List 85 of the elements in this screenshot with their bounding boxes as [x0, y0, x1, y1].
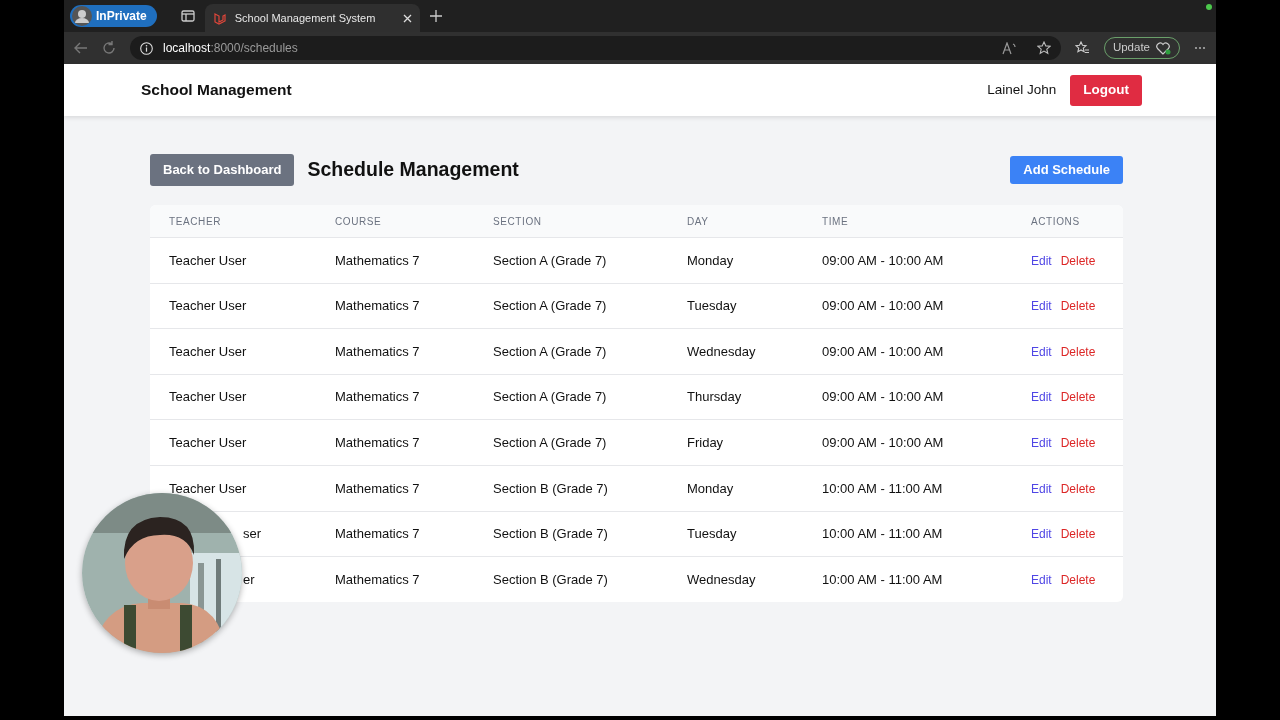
column-header: TIME — [822, 216, 849, 228]
table-cell: Monday — [687, 252, 734, 268]
add-schedule-button[interactable]: Add Schedule — [1010, 156, 1123, 184]
table-cell-text: ser — [243, 525, 262, 544]
table-cell: Teacher User — [169, 480, 247, 496]
read-aloud-icon[interactable] — [1001, 41, 1017, 55]
star-icon[interactable] — [1036, 41, 1051, 55]
table-cell: Mathematics 7 — [335, 526, 420, 542]
user-name: Lainel John — [987, 80, 1057, 99]
table-cell: Mathematics 7 — [335, 571, 420, 587]
table-cell: 10:00 AM - 11:00 AM — [822, 571, 943, 587]
table-cell: Section B (Grade 7) — [493, 526, 608, 542]
page-title: Schedule Management — [307, 158, 519, 182]
more-icon[interactable] — [1194, 46, 1206, 50]
tabs-icon[interactable] — [180, 9, 195, 23]
table-cell: Monday — [687, 480, 734, 496]
table-cell: 10:00 AM - 11:00 AM — [822, 480, 943, 496]
table-cell: Wednesday — [687, 343, 756, 359]
table-cell: Teacher User — [169, 434, 247, 450]
table-cell: 09:00 AM - 10:00 AM — [822, 389, 944, 405]
table-cell: 09:00 AM - 10:00 AM — [822, 343, 944, 359]
table-cell: 09:00 AM - 10:00 AM — [822, 298, 944, 314]
column-header: SECTION — [493, 216, 542, 228]
info-icon — [140, 41, 153, 55]
delete-link[interactable]: Delete — [1060, 435, 1096, 450]
column-header: TEACHER — [169, 216, 221, 228]
edit-link[interactable]: Edit — [1031, 481, 1052, 496]
delete-link[interactable]: Delete — [1060, 344, 1096, 359]
favicon-icon — [212, 11, 227, 25]
brand-title: School Management — [141, 80, 292, 101]
table-cell: Mathematics 7 — [335, 298, 420, 314]
browser-tab[interactable]: School Management System — [204, 4, 420, 32]
table-cell: Section A (Grade 7) — [493, 252, 607, 268]
edit-link[interactable]: Edit — [1031, 299, 1052, 314]
profile-button[interactable]: InPrivate — [70, 5, 157, 27]
table-cell: Mathematics 7 — [335, 480, 420, 496]
back-icon[interactable] — [74, 42, 88, 54]
table-cell: Teacher User — [169, 343, 247, 359]
table-cell-text: er — [243, 570, 255, 589]
column-header: COURSE — [335, 216, 382, 228]
table-cell: Teacher User — [169, 389, 247, 405]
favorites-icon[interactable] — [1074, 41, 1090, 55]
delete-link[interactable]: Delete — [1060, 299, 1096, 314]
reload-icon[interactable] — [102, 41, 116, 55]
heart-icon — [1156, 41, 1171, 55]
delete-link[interactable]: Delete — [1060, 527, 1096, 542]
delete-link[interactable]: Delete — [1060, 390, 1096, 405]
address-bar[interactable]: localhost:8000/schedules — [130, 36, 1061, 60]
table-cell: Friday — [687, 434, 724, 450]
column-header: DAY — [687, 216, 709, 228]
edit-link[interactable]: Edit — [1031, 435, 1052, 450]
close-icon[interactable] — [402, 13, 412, 23]
new-tab-icon[interactable] — [429, 10, 442, 22]
table-cell: Section A (Grade 7) — [493, 434, 607, 450]
table-cell: Mathematics 7 — [335, 343, 420, 359]
avatar-icon — [72, 6, 92, 26]
table-cell: Section A (Grade 7) — [493, 298, 607, 314]
table-cell: Mathematics 7 — [335, 434, 420, 450]
delete-link[interactable]: Delete — [1060, 481, 1096, 496]
table-cell: Wednesday — [687, 571, 756, 587]
logout-button[interactable]: Logout — [1070, 74, 1142, 106]
edit-link[interactable]: Edit — [1031, 344, 1052, 359]
table-cell: 09:00 AM - 10:00 AM — [822, 434, 944, 450]
table-cell: Section B (Grade 7) — [493, 480, 608, 496]
edit-link[interactable]: Edit — [1031, 527, 1052, 542]
edit-link[interactable]: Edit — [1031, 390, 1052, 405]
delete-link[interactable]: Delete — [1060, 572, 1096, 587]
edit-link[interactable]: Edit — [1031, 253, 1052, 268]
back-button[interactable]: Back to Dashboard — [150, 154, 295, 186]
table-cell: Thursday — [687, 389, 742, 405]
table-cell: Teacher User — [169, 252, 247, 268]
table-cell: Section A (Grade 7) — [493, 389, 607, 405]
edit-link[interactable]: Edit — [1031, 572, 1052, 587]
table-cell: 10:00 AM - 11:00 AM — [822, 526, 943, 542]
table-cell: Tuesday — [687, 298, 737, 314]
column-header: ACTIONS — [1031, 216, 1080, 228]
delete-link[interactable]: Delete — [1060, 253, 1096, 268]
table-cell: 09:00 AM - 10:00 AM — [822, 252, 944, 268]
table-cell: Mathematics 7 — [335, 389, 420, 405]
table-cell: Teacher User — [169, 298, 247, 314]
table-cell: Section B (Grade 7) — [493, 571, 608, 587]
status-dot-icon — [1206, 4, 1212, 10]
table-cell: Tuesday — [687, 526, 737, 542]
table-cell: Section A (Grade 7) — [493, 343, 607, 359]
table-cell: Mathematics 7 — [335, 252, 420, 268]
